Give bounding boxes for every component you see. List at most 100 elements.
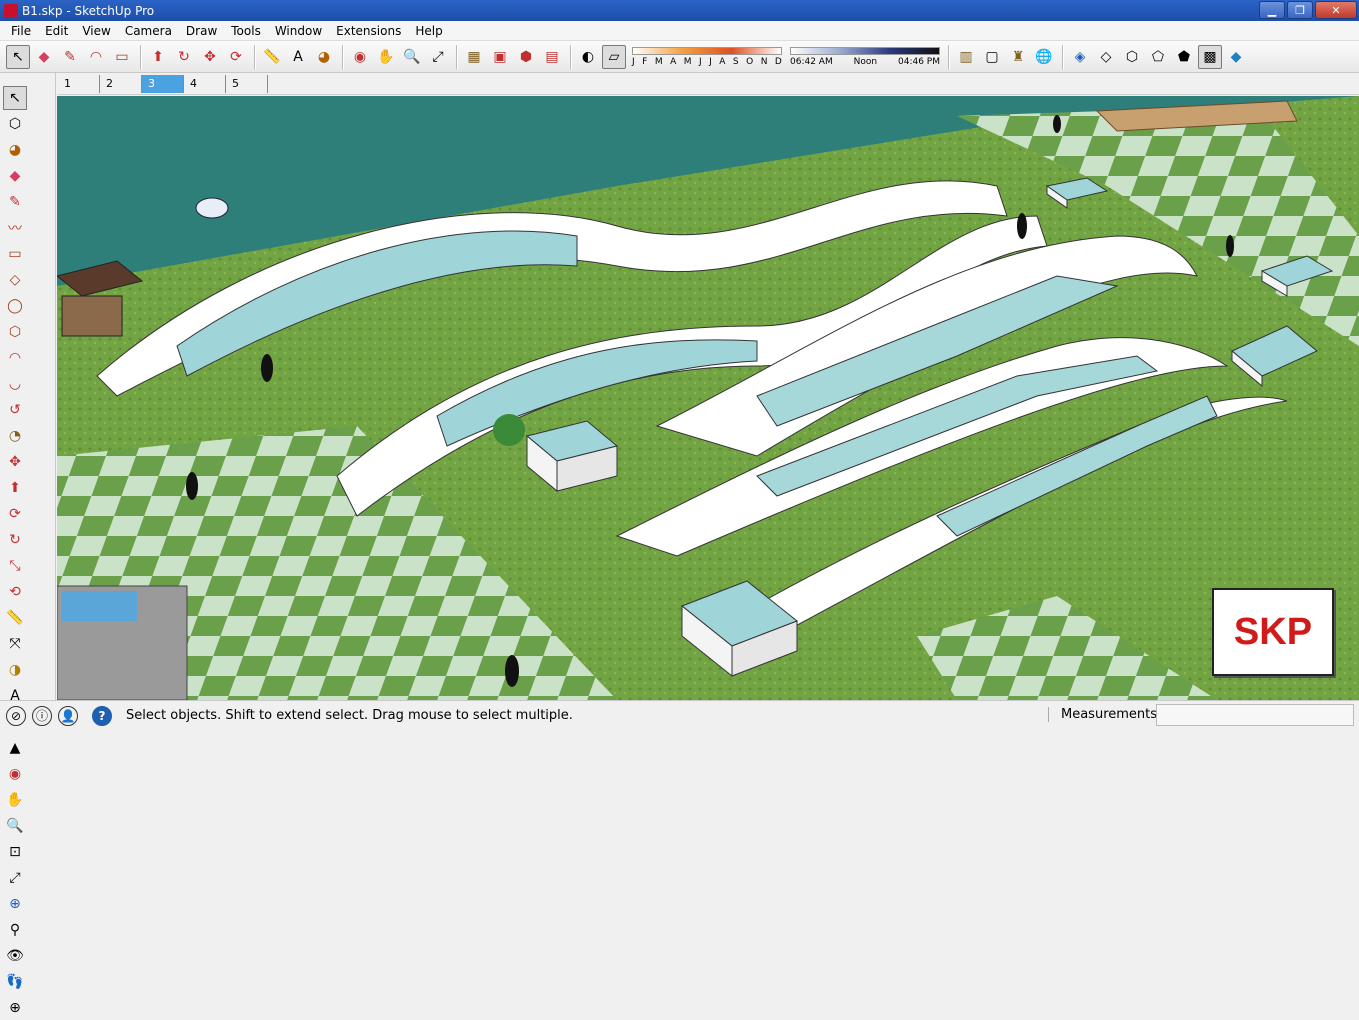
- follow-me-tool-icon[interactable]: ↻: [172, 45, 196, 69]
- scene-tab-3[interactable]: 3: [142, 74, 184, 93]
- user-account-icon[interactable]: 👤: [58, 705, 78, 726]
- freehand-icon[interactable]: 〰: [3, 216, 27, 240]
- push-pull-tool-icon[interactable]: ⬆: [146, 45, 170, 69]
- help-icon[interactable]: ?: [92, 705, 112, 726]
- move-icon[interactable]: ✥: [3, 450, 27, 474]
- minimize-icon[interactable]: ▁: [1259, 1, 1285, 19]
- scene-tab-4[interactable]: 4: [184, 74, 226, 93]
- top-view-icon[interactable]: ◇: [1094, 45, 1118, 69]
- eraser-tool-icon[interactable]: ◆: [32, 45, 56, 69]
- wireframe-style-icon[interactable]: ⬠: [1146, 45, 1170, 69]
- zoom-extents-tool-icon[interactable]: ⤢: [3, 866, 27, 890]
- pan-icon[interactable]: ✋: [3, 788, 27, 812]
- zoom-window-icon[interactable]: ⊡: [3, 840, 27, 864]
- select-tool-icon[interactable]: ↖: [6, 44, 30, 69]
- arc-tool-icon[interactable]: ◠: [84, 45, 108, 69]
- menu-camera[interactable]: Camera: [118, 24, 179, 38]
- text-tool-icon[interactable]: A: [286, 45, 310, 69]
- line-icon[interactable]: ✎: [3, 190, 27, 214]
- scene-tab-1[interactable]: 1: [58, 74, 100, 93]
- menu-tools[interactable]: Tools: [224, 24, 268, 38]
- warehouse-icon[interactable]: ▦: [462, 45, 486, 69]
- offset-icon[interactable]: ⟲: [3, 580, 27, 604]
- tape-measure-icon[interactable]: 📏: [260, 45, 284, 69]
- monochrome-style-icon[interactable]: ◆: [1224, 45, 1248, 69]
- rectangle-tool-icon[interactable]: ▭: [110, 45, 134, 69]
- move-tool-icon[interactable]: ✥: [198, 45, 222, 69]
- textured-style-icon[interactable]: ▩: [1198, 44, 1222, 69]
- person-4: [1017, 213, 1027, 239]
- menu-edit[interactable]: Edit: [38, 24, 75, 38]
- rotate-icon[interactable]: ⟳: [3, 502, 27, 526]
- arc-icon[interactable]: ◠: [3, 346, 27, 370]
- orbit-icon[interactable]: ◉: [3, 762, 27, 786]
- zoom-extents-icon[interactable]: ⤢: [426, 45, 450, 69]
- figure-icon[interactable]: ♜: [1006, 45, 1030, 69]
- select-icon[interactable]: ↖: [3, 86, 27, 110]
- pie-icon[interactable]: ◔: [3, 424, 27, 448]
- scene-tab-2[interactable]: 2: [100, 74, 142, 93]
- maximize-icon[interactable]: ❐: [1287, 1, 1313, 19]
- model-viewport[interactable]: SKP: [57, 96, 1359, 700]
- shadows-toggle-icon[interactable]: ◐: [576, 45, 600, 69]
- menu-draw[interactable]: Draw: [179, 24, 224, 38]
- rectangle-icon[interactable]: ▭: [3, 242, 27, 266]
- person-6: [1053, 115, 1061, 133]
- credits-info-icon[interactable]: ⓘ: [32, 705, 52, 726]
- push-pull-icon[interactable]: ⬆: [3, 476, 27, 500]
- menu-file[interactable]: File: [4, 24, 38, 38]
- section-display-icon[interactable]: ▢: [980, 45, 1004, 69]
- dimension-icon[interactable]: ⤧: [3, 632, 27, 656]
- menu-window[interactable]: Window: [268, 24, 329, 38]
- menu-help[interactable]: Help: [408, 24, 449, 38]
- circle-icon[interactable]: ◯: [3, 294, 27, 318]
- extension-icon[interactable]: ▤: [540, 45, 564, 69]
- tape-measure-tool-icon[interactable]: 📏: [3, 606, 27, 630]
- iso-view-icon[interactable]: ◈: [1068, 45, 1092, 69]
- paint-bucket-icon[interactable]: ◕: [312, 45, 336, 69]
- globe-icon[interactable]: 🌐: [1032, 45, 1056, 69]
- geolocation-icon[interactable]: ⊘: [6, 705, 26, 726]
- xray-style-icon[interactable]: ⬡: [1120, 45, 1144, 69]
- scale-icon[interactable]: ⤡: [3, 554, 27, 578]
- paint-icon[interactable]: ◕: [3, 138, 27, 162]
- 3d-text-icon[interactable]: ▲: [3, 736, 27, 760]
- time-slider-track[interactable]: [790, 46, 940, 55]
- components-icon[interactable]: ⬢: [514, 45, 538, 69]
- walk-icon[interactable]: 👣: [3, 970, 27, 994]
- eraser-icon[interactable]: ◆: [3, 164, 27, 188]
- three-point-arc-icon[interactable]: ↺: [3, 398, 27, 422]
- orbit-tool-icon[interactable]: ◉: [348, 45, 372, 69]
- pan-tool-icon[interactable]: ✋: [374, 45, 398, 69]
- previous-view-icon[interactable]: ⊕: [3, 892, 27, 916]
- follow-me-icon[interactable]: ↻: [3, 528, 27, 552]
- two-point-arc-icon[interactable]: ◡: [3, 372, 27, 396]
- month-slider-track[interactable]: [632, 46, 782, 55]
- lower-left-glass: [62, 591, 137, 621]
- close-icon[interactable]: ✕: [1315, 1, 1357, 19]
- shadow-time-slider[interactable]: 06:42 AM Noon 04:46 PM: [790, 46, 940, 67]
- measurements-input[interactable]: [1156, 704, 1354, 726]
- zoom-tool-icon[interactable]: 🔍: [400, 45, 424, 69]
- rotate-tool-icon[interactable]: ⟳: [224, 45, 248, 69]
- title-bar: B1.skp - SketchUp Pro ▁ ❐ ✕: [0, 0, 1359, 21]
- make-component-icon[interactable]: ⬡: [3, 112, 27, 136]
- share-model-icon[interactable]: ▣: [488, 45, 512, 69]
- rotated-rectangle-icon[interactable]: ◇: [3, 268, 27, 292]
- status-bar: ⊘ ⓘ 👤 ? Select objects. Shift to extend …: [0, 700, 1359, 730]
- position-camera-icon[interactable]: ⚲: [3, 918, 27, 942]
- shaded-style-icon[interactable]: ⬟: [1172, 45, 1196, 69]
- section-icon[interactable]: ⊕: [3, 996, 27, 1020]
- menu-view[interactable]: View: [75, 24, 117, 38]
- protractor-icon[interactable]: ◑: [3, 658, 27, 682]
- zoom-icon[interactable]: 🔍: [3, 814, 27, 838]
- pencil-tool-icon[interactable]: ✎: [58, 45, 82, 69]
- scene-tab-5[interactable]: 5: [226, 74, 268, 93]
- shadow-month-slider[interactable]: JFMAMJJASOND: [632, 46, 782, 67]
- polygon-icon[interactable]: ⬡: [3, 320, 27, 344]
- fog-toggle-icon[interactable]: ▱: [602, 44, 626, 69]
- menu-extensions[interactable]: Extensions: [329, 24, 408, 38]
- measurements-label: Measurements: [1048, 707, 1157, 722]
- section-plane-icon[interactable]: ▥: [954, 45, 978, 69]
- look-around-icon[interactable]: 👁: [3, 944, 27, 968]
